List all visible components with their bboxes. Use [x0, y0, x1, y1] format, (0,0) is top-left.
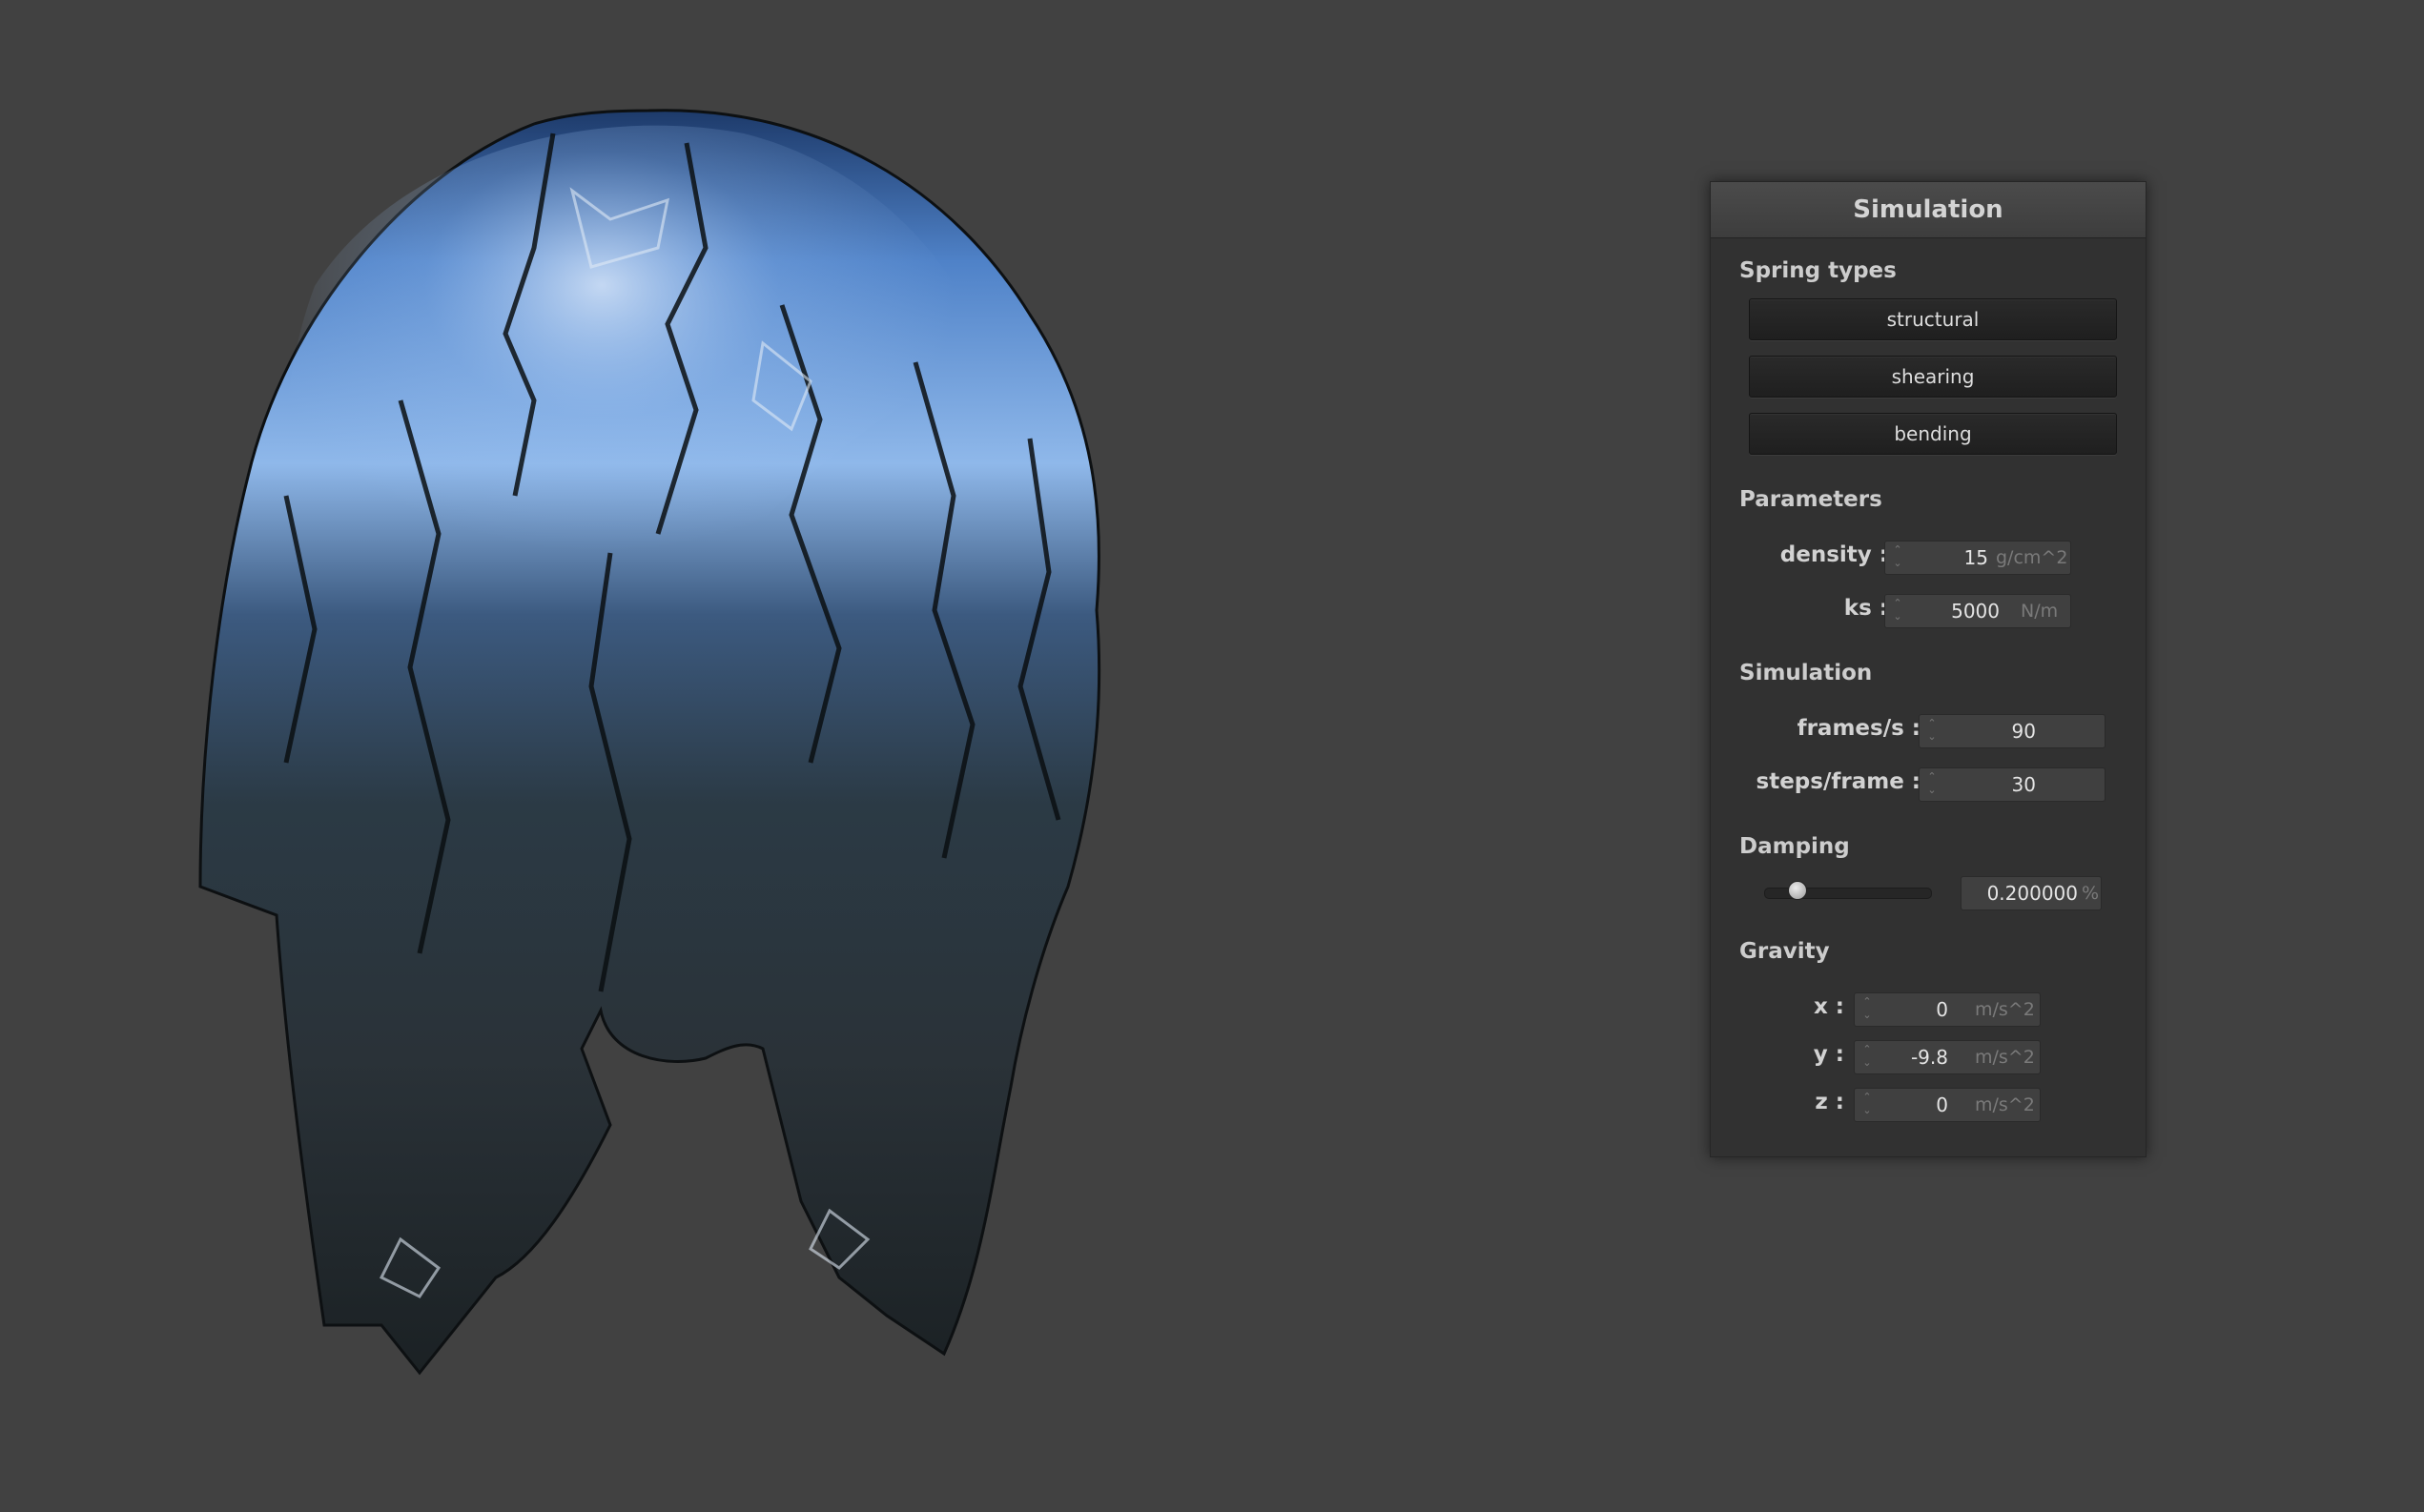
- spin-arrows-icon[interactable]: ⌃ ⌄: [1925, 770, 1939, 799]
- ks-label: ks :: [1843, 596, 1888, 621]
- ks-unit: N/m: [2021, 601, 2059, 622]
- density-label: density :: [1779, 542, 1888, 567]
- density-spinbox[interactable]: ⌃ ⌄ 15 g/cm^2: [1884, 541, 2071, 575]
- steps-label: steps/frame :: [1756, 769, 1921, 794]
- gravity-z-value: 0: [1936, 1093, 1948, 1116]
- shearing-button[interactable]: shearing: [1749, 356, 2117, 398]
- simulation-section-label: Simulation: [1739, 661, 1873, 685]
- panel-title: Simulation: [1711, 182, 2146, 238]
- parameters-label: Parameters: [1739, 487, 1882, 512]
- gravity-y-label: y :: [1813, 1042, 1844, 1067]
- simulation-panel: Simulation Spring types structural shear…: [1710, 181, 2147, 1157]
- gravity-x-value: 0: [1936, 998, 1948, 1021]
- density-unit: g/cm^2: [1996, 547, 2068, 568]
- damping-label: Damping: [1739, 834, 1850, 859]
- gravity-label: Gravity: [1739, 939, 1830, 964]
- damping-value: 0.200000: [1986, 882, 2078, 905]
- spin-arrows-icon[interactable]: ⌃ ⌄: [1925, 717, 1939, 746]
- gravity-z-spinbox[interactable]: ⌃ ⌄ 0 m/s^2: [1854, 1088, 2041, 1122]
- gravity-z-unit: m/s^2: [1975, 1094, 2035, 1115]
- panel-title-text: Simulation: [1853, 195, 2003, 224]
- ks-spinbox[interactable]: ⌃ ⌄ 5000 N/m: [1884, 594, 2071, 628]
- steps-spinbox[interactable]: ⌃ ⌄ 30: [1919, 767, 2106, 802]
- structural-button[interactable]: structural: [1749, 298, 2117, 340]
- gravity-x-spinbox[interactable]: ⌃ ⌄ 0 m/s^2: [1854, 992, 2041, 1027]
- gravity-y-spinbox[interactable]: ⌃ ⌄ -9.8 m/s^2: [1854, 1040, 2041, 1074]
- spin-arrows-icon[interactable]: ⌃ ⌄: [1891, 597, 1904, 625]
- cloth-body: [198, 109, 1101, 1376]
- fps-value: 90: [2011, 720, 2036, 743]
- gravity-y-value: -9.8: [1910, 1046, 1948, 1069]
- gravity-x-unit: m/s^2: [1975, 999, 2035, 1020]
- gravity-x-label: x :: [1813, 994, 1844, 1019]
- spring-types-label: Spring types: [1739, 258, 1897, 283]
- steps-value: 30: [2011, 773, 2036, 796]
- spin-arrows-icon[interactable]: ⌃ ⌄: [1891, 543, 1904, 572]
- ks-value: 5000: [1951, 600, 2000, 623]
- gravity-z-label: z :: [1815, 1090, 1844, 1114]
- fps-label: frames/s :: [1797, 716, 1921, 741]
- damping-unit: %: [2082, 883, 2100, 904]
- fps-spinbox[interactable]: ⌃ ⌄ 90: [1919, 714, 2106, 748]
- bending-button[interactable]: bending: [1749, 413, 2117, 455]
- gravity-y-unit: m/s^2: [1975, 1047, 2035, 1068]
- damping-value-box[interactable]: 0.200000 %: [1961, 876, 2102, 910]
- density-value: 15: [1963, 546, 1988, 569]
